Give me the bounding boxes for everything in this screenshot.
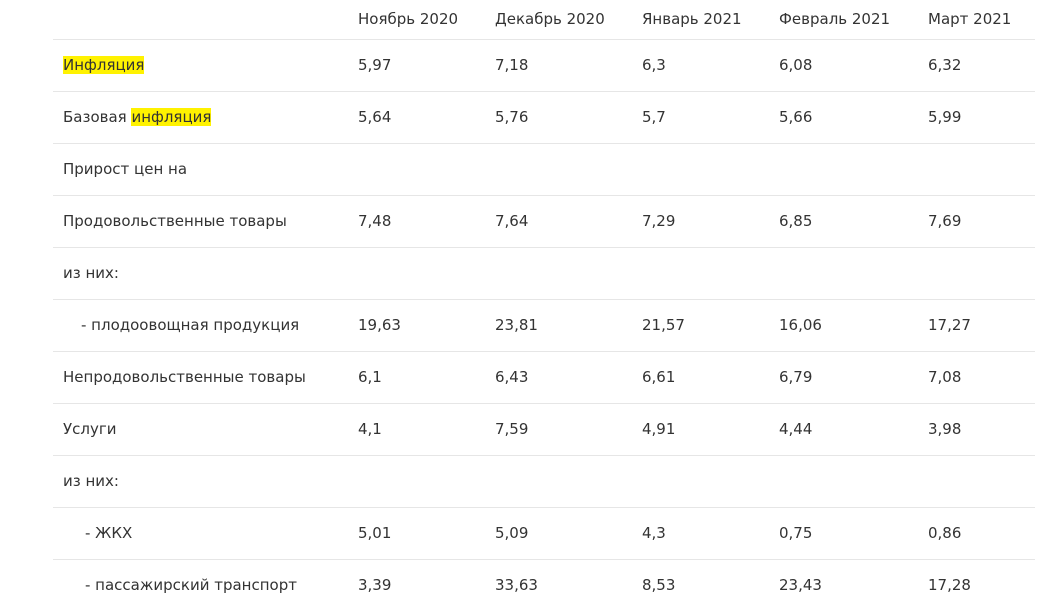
row-label: - пассажирский транспорт bbox=[85, 576, 297, 594]
table-body: Инфляция 5,97 7,18 6,3 6,08 6,32 Базовая… bbox=[53, 39, 1035, 611]
table-cell: 5,76 bbox=[485, 91, 632, 144]
table-row: Услуги 4,1 7,59 4,91 4,44 3,98 bbox=[53, 403, 1035, 456]
row-label: Продовольственные товары bbox=[53, 195, 348, 248]
table-row: Непродовольственные товары 6,1 6,43 6,61… bbox=[53, 351, 1035, 404]
table-cell: 4,44 bbox=[769, 403, 918, 456]
table-cell: 5,09 bbox=[485, 507, 632, 560]
table-cell: 23,43 bbox=[779, 576, 822, 594]
table-cell: 23,81 bbox=[485, 299, 632, 352]
table-cell bbox=[632, 143, 769, 196]
table-cell bbox=[632, 247, 769, 300]
row-label: Прирост цен на bbox=[53, 143, 348, 196]
table-cell: 6,61 bbox=[632, 351, 769, 404]
table-row: - пассажирский транспорт 3,39 33,63 8,53… bbox=[53, 559, 1035, 611]
table-cell: 5,97 bbox=[348, 39, 485, 92]
table-cell: 7,18 bbox=[485, 39, 632, 92]
table-row: из них: bbox=[53, 247, 1035, 300]
table-cell: 6,79 bbox=[769, 351, 918, 404]
table-cell bbox=[348, 455, 485, 508]
table-cell bbox=[769, 455, 918, 508]
inflation-table: Ноябрь 2020 Декабрь 2020 Январь 2021 Фев… bbox=[53, 0, 1035, 611]
row-label: - плодоовощная продукция bbox=[53, 299, 348, 352]
table-cell: 6,85 bbox=[769, 195, 918, 248]
table-cell: 4,91 bbox=[632, 403, 769, 456]
table-cell: 17,28 bbox=[928, 576, 971, 594]
table-row: Базовая инфляция 5,64 5,76 5,7 5,66 5,99 bbox=[53, 91, 1035, 144]
table-cell: 4,3 bbox=[632, 507, 769, 560]
header-nov-2020: Ноябрь 2020 bbox=[348, 0, 485, 40]
table-cell: 33,63 bbox=[495, 576, 538, 594]
table-cell bbox=[769, 247, 918, 300]
header-jan-2021: Январь 2021 bbox=[632, 0, 769, 40]
header-dec-2020: Декабрь 2020 bbox=[485, 0, 632, 40]
table-cell: 21,57 bbox=[632, 299, 769, 352]
table-cell: 3,98 bbox=[918, 403, 1035, 456]
row-label: Непродовольственные товары bbox=[53, 351, 348, 404]
table-cell: 7,08 bbox=[918, 351, 1035, 404]
table-cell: 7,29 bbox=[632, 195, 769, 248]
header-row: Ноябрь 2020 Декабрь 2020 Январь 2021 Фев… bbox=[53, 0, 1035, 40]
table-cell: 7,64 bbox=[485, 195, 632, 248]
table-cell: 5,01 bbox=[348, 507, 485, 560]
row-label: из них: bbox=[53, 455, 348, 508]
search-highlight: инфляция bbox=[131, 108, 212, 126]
table-cell bbox=[485, 143, 632, 196]
table-cell: 17,27 bbox=[918, 299, 1035, 352]
header-label-cell bbox=[53, 0, 348, 40]
table-cell: 5,7 bbox=[632, 91, 769, 144]
table-cell bbox=[769, 143, 918, 196]
table-cell bbox=[918, 247, 1035, 300]
table-cell bbox=[918, 455, 1035, 508]
table-cell: 6,32 bbox=[918, 39, 1035, 92]
inflation-table-container: Ноябрь 2020 Декабрь 2020 Январь 2021 Фев… bbox=[53, 0, 1035, 611]
table-cell: 7,48 bbox=[348, 195, 485, 248]
table-cell: 6,3 bbox=[632, 39, 769, 92]
table-cell: 5,66 bbox=[769, 91, 918, 144]
table-cell: 5,64 bbox=[348, 91, 485, 144]
row-label: Базовая инфляция bbox=[53, 91, 348, 144]
table-row: - ЖКХ 5,01 5,09 4,3 0,75 0,86 bbox=[53, 507, 1035, 560]
row-label-prefix: Базовая bbox=[63, 108, 132, 126]
table-cell: 19,63 bbox=[348, 299, 485, 352]
table-cell: 8,53 bbox=[642, 576, 676, 594]
row-label: Инфляция bbox=[53, 39, 348, 92]
table-cell: 6,08 bbox=[769, 39, 918, 92]
table-row: - плодоовощная продукция 19,63 23,81 21,… bbox=[53, 299, 1035, 352]
table-row: Прирост цен на bbox=[53, 143, 1035, 196]
table-cell: 7,69 bbox=[918, 195, 1035, 248]
table-cell: 7,59 bbox=[485, 403, 632, 456]
table-cell: 6,43 bbox=[485, 351, 632, 404]
header-feb-2021: Февраль 2021 bbox=[769, 0, 918, 40]
header-mar-2021: Март 2021 bbox=[918, 0, 1035, 40]
table-cell bbox=[348, 247, 485, 300]
table-cell: 0,86 bbox=[918, 507, 1035, 560]
table-cell bbox=[918, 143, 1035, 196]
table-cell: 0,75 bbox=[769, 507, 918, 560]
table-cell: 3,39 bbox=[358, 576, 392, 594]
table-row: Продовольственные товары 7,48 7,64 7,29 … bbox=[53, 195, 1035, 248]
row-label: - ЖКХ bbox=[53, 507, 348, 560]
table-cell bbox=[485, 455, 632, 508]
table-cell: 4,1 bbox=[348, 403, 485, 456]
table-cell bbox=[348, 143, 485, 196]
table-cell: 5,99 bbox=[918, 91, 1035, 144]
table-cell bbox=[632, 455, 769, 508]
table-row: Инфляция 5,97 7,18 6,3 6,08 6,32 bbox=[53, 39, 1035, 92]
row-label: из них: bbox=[53, 247, 348, 300]
row-label: Услуги bbox=[53, 403, 348, 456]
table-cell: 16,06 bbox=[769, 299, 918, 352]
table-header: Ноябрь 2020 Декабрь 2020 Январь 2021 Фев… bbox=[53, 0, 1035, 40]
table-cell bbox=[485, 247, 632, 300]
table-cell: 6,1 bbox=[348, 351, 485, 404]
search-highlight: Инфляция bbox=[63, 56, 145, 74]
table-row: из них: bbox=[53, 455, 1035, 508]
